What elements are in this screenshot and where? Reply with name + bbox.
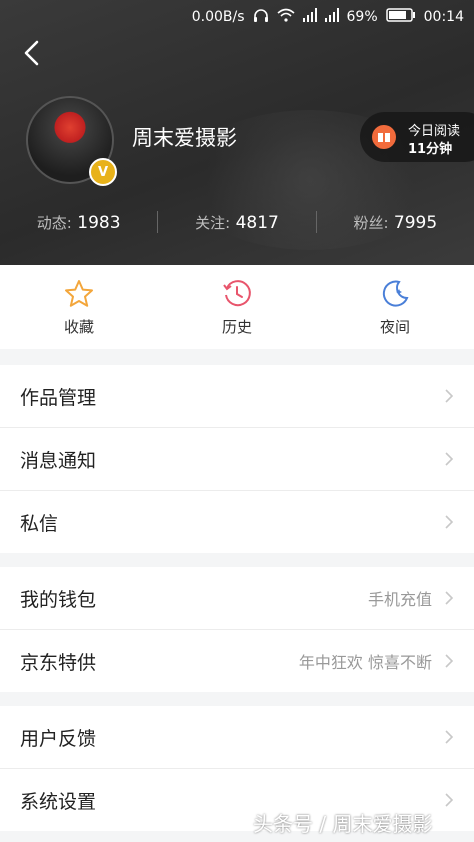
clock-icon — [223, 279, 251, 306]
stat-label: 动态: — [36, 213, 72, 232]
menu-item-works[interactable]: 作品管理 — [0, 365, 474, 428]
menu-item-label: 用户反馈 — [20, 727, 97, 750]
stat-following[interactable]: 关注: 4817 — [158, 212, 315, 233]
menu-item-label: 系统设置 — [20, 790, 97, 813]
profile-header: 0.00B/s 69% 00:14 V 周末爱摄影 今日阅读 11分钟 动态: … — [0, 0, 474, 265]
chevron-right-icon — [445, 654, 454, 668]
book-icon — [372, 125, 396, 149]
stat-label: 粉丝: — [353, 213, 389, 232]
menu-item-label: 我的钱包 — [20, 588, 97, 611]
night-mode-button[interactable]: 夜间 — [316, 265, 474, 349]
history-button[interactable]: 历史 — [158, 265, 316, 349]
watermark: 头条号 / 周末爱摄影 — [253, 812, 433, 836]
menu-item-feedback[interactable]: 用户反馈 — [0, 706, 474, 769]
signal-icon — [324, 8, 339, 26]
chevron-right-icon — [445, 452, 454, 466]
battery-percent: 69% — [346, 9, 378, 25]
menu-item-wallet[interactable]: 我的钱包 手机充值 — [0, 567, 474, 630]
menu-item-jd[interactable]: 京东特供 年中狂欢 惊喜不断 — [0, 630, 474, 692]
status-bar: 0.00B/s 69% 00:14 — [0, 0, 474, 34]
stat-value: 7995 — [393, 212, 438, 233]
verified-badge: V — [89, 158, 117, 186]
quick-actions: 收藏 历史 夜间 — [0, 265, 474, 349]
favorites-label: 收藏 — [63, 317, 94, 336]
chevron-right-icon — [445, 515, 454, 529]
stat-followers[interactable]: 粉丝: 7995 — [317, 212, 474, 233]
network-speed: 0.00B/s — [191, 9, 245, 25]
menu-item-label: 消息通知 — [20, 449, 97, 472]
reading-duration: 11分钟 — [408, 142, 453, 157]
menu-group-wallet: 我的钱包 手机充值 京东特供 年中狂欢 惊喜不断 — [0, 567, 474, 692]
night-mode-label: 夜间 — [379, 317, 410, 336]
menu-item-hint: 手机充值 — [367, 590, 432, 609]
menu-group-content: 作品管理 消息通知 私信 — [0, 365, 474, 553]
reading-time-badge[interactable]: 今日阅读 11分钟 — [360, 112, 474, 162]
menu-item-hint: 年中狂欢 惊喜不断 — [298, 653, 432, 672]
stats-bar: 动态: 1983 关注: 4817 粉丝: 7995 — [0, 205, 474, 239]
stat-value: 4817 — [235, 212, 279, 233]
favorites-button[interactable]: 收藏 — [0, 265, 158, 349]
headphones-icon — [253, 8, 269, 26]
chevron-right-icon — [445, 389, 454, 403]
star-icon — [65, 279, 93, 307]
reading-label: 今日阅读 — [408, 124, 461, 139]
back-button[interactable] — [18, 38, 48, 68]
chevron-right-icon — [445, 730, 454, 744]
stat-value: 1983 — [77, 212, 121, 233]
wifi-icon — [276, 8, 295, 26]
chevron-right-icon — [445, 793, 454, 807]
stat-label: 关注: — [195, 213, 231, 232]
signal-icon — [302, 8, 317, 26]
clock-time: 00:14 — [423, 9, 464, 25]
menu-item-label: 私信 — [20, 512, 59, 535]
back-arrow-icon — [24, 40, 39, 66]
menu-item-notifications[interactable]: 消息通知 — [0, 428, 474, 491]
chevron-right-icon — [445, 591, 454, 605]
moon-icon — [382, 280, 409, 307]
battery-icon — [385, 8, 416, 26]
menu-item-messages[interactable]: 私信 — [0, 491, 474, 553]
username[interactable]: 周末爱摄影 — [132, 122, 237, 152]
history-label: 历史 — [221, 317, 252, 336]
menu-item-label: 作品管理 — [20, 386, 97, 409]
menu-item-label: 京东特供 — [20, 651, 97, 674]
stat-posts[interactable]: 动态: 1983 — [0, 212, 157, 233]
